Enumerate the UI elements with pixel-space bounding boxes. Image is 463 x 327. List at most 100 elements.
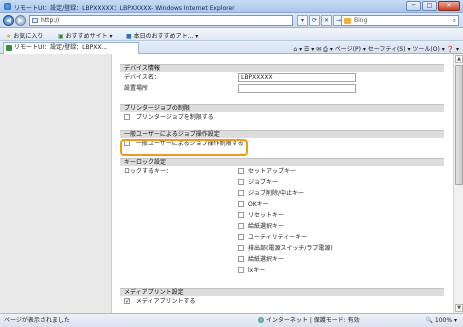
globe-icon xyxy=(258,317,264,323)
printer-job-restriction-row[interactable]: プリンタージョブを制限する xyxy=(120,112,444,123)
page-icon xyxy=(32,18,38,23)
key-lock-section: キーロック設定 ロックするキー： セットアップキー ジョブキー ジョブ削除/中止… xyxy=(120,158,444,278)
key-checkbox[interactable] xyxy=(238,223,244,229)
security-zone: インターネット | 保護モード: 有効 xyxy=(258,314,360,327)
tab-bar: リモートUI：設定/登録：LBPXX... ⌂ ▾ ☰ ▾ ✉ ⎙ ▾ ページ(… xyxy=(0,41,463,54)
key-checkbox[interactable] xyxy=(238,212,244,218)
key-label: ジョブ削除/中止キー xyxy=(248,190,305,197)
key-item[interactable]: セットアップキー xyxy=(238,166,333,177)
device-name-input[interactable]: LBPXXXXX xyxy=(238,73,356,82)
key-label: セットアップキー xyxy=(248,168,297,175)
device-info-section: デバイス情報 デバイス名： LBPXXXXX 設置場所 xyxy=(120,64,444,94)
printer-job-restriction-header: プリンタージョブの制限 xyxy=(120,104,444,112)
back-button[interactable]: ◀ xyxy=(3,15,14,26)
key-item[interactable]: ジョブ削除/中止キー xyxy=(238,188,333,199)
minimize-button[interactable]: ─ xyxy=(406,1,421,11)
key-lock-list: セットアップキー ジョブキー ジョブ削除/中止キー OKキー リセットキー 給紙… xyxy=(238,166,333,276)
today-recommendations-link[interactable]: ■ 本日のおすすめアト... ▾ xyxy=(126,31,198,40)
ie-logo-icon xyxy=(4,3,11,10)
address-tools: ▾ ⟳ ✕ → xyxy=(297,15,344,26)
printer-job-restriction-label: プリンタージョブを制限する xyxy=(135,114,214,121)
tab-page-icon xyxy=(6,45,12,51)
page-viewport: デバイス情報 デバイス名： LBPXXXXX 設置場所 プリンタージョブの制限 … xyxy=(0,54,463,313)
location-row: 設置場所 xyxy=(120,83,444,94)
key-label: ユーティリティーキー xyxy=(248,234,308,241)
refresh-icon[interactable]: ⟳ xyxy=(309,15,320,26)
url-input[interactable]: http:// xyxy=(29,15,293,26)
key-checkbox[interactable] xyxy=(238,201,244,207)
window-title: リモートUI：設定/登録：LBPXXXXX：LBPXXXXX- Windows … xyxy=(14,5,235,12)
key-lock-row: ロックするキー： セットアップキー ジョブキー ジョブ削除/中止キー OKキー … xyxy=(120,166,444,278)
search-placeholder: Bing xyxy=(354,17,368,24)
command-bar[interactable]: ⌂ ▾ ☰ ▾ ✉ ⎙ ▾ ページ(P) ▾ セーフティ(S) ▾ ツール(O)… xyxy=(293,44,459,54)
favorites-button[interactable]: ★ お気に入り xyxy=(6,31,43,40)
status-text: ページが表示されました xyxy=(4,317,70,324)
key-checkbox[interactable] xyxy=(238,245,244,251)
scroll-up-icon[interactable]: ▲ xyxy=(455,55,463,63)
key-checkbox[interactable] xyxy=(238,256,244,262)
zoom-control[interactable]: 🔍 100% ▾ xyxy=(426,314,457,327)
tab-remote-ui[interactable]: リモートUI：設定/登録：LBPXX... xyxy=(3,42,139,54)
key-checkbox[interactable] xyxy=(238,190,244,196)
scroll-thumb[interactable] xyxy=(455,65,463,185)
compat-view-icon[interactable]: ▾ xyxy=(297,15,308,26)
key-item[interactable]: lxキー xyxy=(238,265,333,276)
device-name-row: デバイス名： LBPXXXXX xyxy=(120,72,444,83)
search-icon[interactable]: ⌕ xyxy=(453,16,456,25)
key-item[interactable]: 給紙選択キー xyxy=(238,254,333,265)
key-checkbox[interactable] xyxy=(238,234,244,240)
location-label: 設置場所 xyxy=(124,85,149,92)
media-print-row[interactable]: メディアプリントする xyxy=(120,296,444,307)
bing-icon xyxy=(344,18,351,24)
vertical-scrollbar[interactable]: ▲ ▼ xyxy=(453,54,463,313)
window-titlebar: リモートUI：設定/登録：LBPXXXXX：LBPXXXXX- Windows … xyxy=(0,0,463,13)
favorites-bar: ★ お気に入り ▣ おすすめサイト ▾ ■ 本日のおすすめアト... ▾ xyxy=(0,28,463,41)
forward-button[interactable]: ▶ xyxy=(15,15,26,26)
media-print-checkbox[interactable] xyxy=(124,296,130,307)
key-item[interactable]: OKキー xyxy=(238,199,333,210)
web-slice-icon: ■ xyxy=(126,33,132,40)
key-checkbox[interactable] xyxy=(238,179,244,185)
today-label: 本日のおすすめアト... ▾ xyxy=(133,33,199,40)
key-label: ジョブキー xyxy=(248,179,279,186)
suggested-icon: ▣ xyxy=(58,33,64,40)
media-print-header: メディアプリント設定 xyxy=(120,288,444,296)
tab-title: リモートUI：設定/登録：LBPXX... xyxy=(14,44,108,51)
key-item[interactable]: 給紙選択キー xyxy=(238,221,333,232)
printer-job-restriction-section: プリンタージョブの制限 プリンタージョブを制限する xyxy=(120,104,444,123)
key-lock-header: キーロック設定 xyxy=(120,158,444,166)
suggested-label: おすすめサイト ▾ xyxy=(65,33,113,40)
key-label: 排出部(電源スイッチ/ラブ電源) xyxy=(248,245,333,252)
media-print-section: メディアプリント設定 メディアプリントする xyxy=(120,288,444,307)
key-item[interactable]: 排出部(電源スイッチ/ラブ電源) xyxy=(238,243,333,254)
maximize-button[interactable]: □ xyxy=(422,1,437,11)
search-input[interactable]: Bing ⌕ xyxy=(341,15,459,26)
key-item[interactable]: リセットキー xyxy=(238,210,333,221)
key-checkbox[interactable] xyxy=(238,267,244,273)
key-checkbox[interactable] xyxy=(238,168,244,174)
left-navigation-pane xyxy=(0,54,112,313)
key-label: 給紙選択キー xyxy=(248,256,285,263)
device-info-header: デバイス情報 xyxy=(120,64,444,72)
stop-icon[interactable]: ✕ xyxy=(321,15,332,26)
location-input[interactable] xyxy=(238,84,356,93)
close-button[interactable]: ✕ xyxy=(438,1,460,11)
scroll-down-icon[interactable]: ▼ xyxy=(455,304,463,312)
window-controls: ─ □ ✕ xyxy=(406,1,460,11)
zone-text: インターネット | 保護モード: 有効 xyxy=(265,317,360,324)
address-bar: ◀ ▶ http:// ▾ ⟳ ✕ → Bing ⌕ xyxy=(0,13,463,28)
media-print-label: メディアプリントする xyxy=(135,298,196,305)
key-lock-label: ロックするキー： xyxy=(124,168,173,175)
suggested-sites-link[interactable]: ▣ おすすめサイト ▾ xyxy=(58,31,113,40)
settings-pane: デバイス情報 デバイス名： LBPXXXXX 設置場所 プリンタージョブの制限 … xyxy=(114,54,452,313)
device-name-label: デバイス名： xyxy=(124,74,160,81)
star-icon: ★ xyxy=(6,33,12,40)
highlight-callout xyxy=(120,139,248,156)
key-item[interactable]: ユーティリティーキー xyxy=(238,232,333,243)
key-label: リセットキー xyxy=(248,212,285,219)
printer-job-restriction-checkbox[interactable] xyxy=(124,114,130,120)
key-label: lxキー xyxy=(248,267,266,274)
url-text: http:// xyxy=(41,17,60,24)
status-bar: ページが表示されました インターネット | 保護モード: 有効 🔍 100% ▾ xyxy=(0,313,463,327)
key-item[interactable]: ジョブキー xyxy=(238,177,333,188)
